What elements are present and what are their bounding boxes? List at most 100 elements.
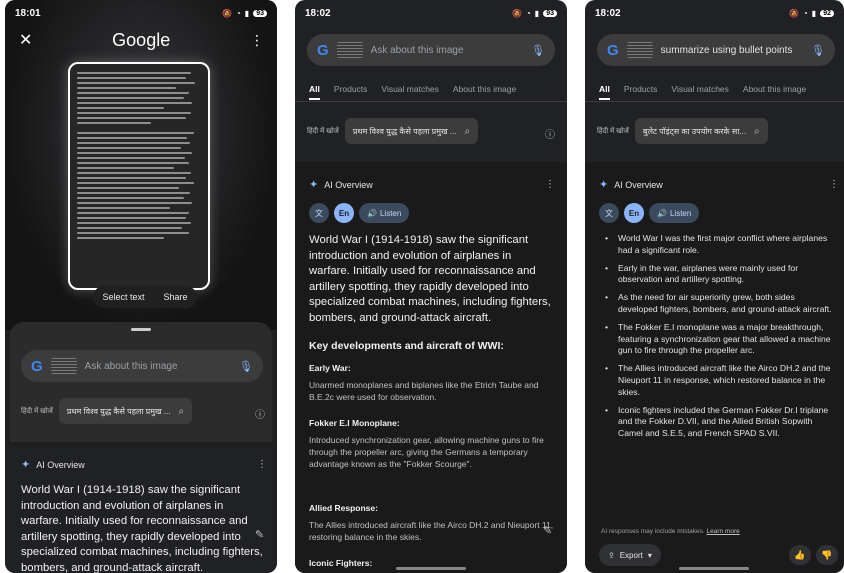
image-thumbnail[interactable] — [336, 42, 363, 58]
status-bar: 18:02 🔕 ◔ ▮ 93 — [295, 0, 567, 26]
ai-overview-label: AI Overview — [36, 459, 85, 470]
pencil-icon[interactable]: ✎ — [255, 528, 264, 541]
listen-button[interactable]: 🔊 Listen — [359, 203, 410, 223]
sparkle-icon: ✦ — [21, 459, 31, 471]
divider — [585, 101, 844, 102]
more-options-icon[interactable]: ⋮ — [545, 179, 555, 190]
mic-icon[interactable]: 🎙 — [531, 44, 545, 57]
listen-button[interactable]: 🔊 Listen — [649, 203, 700, 223]
mic-icon[interactable]: 🎙 — [811, 44, 825, 57]
status-icons: 🔕 ◔ ▮ 93 — [222, 9, 267, 18]
battery-icon: 93 — [543, 9, 557, 17]
listen-label: Listen — [669, 208, 692, 218]
list-item: As the need for air superiority grew, bo… — [603, 292, 835, 316]
feedback-icon[interactable]: ⓘ — [545, 126, 555, 141]
signal-icon: ▮ — [534, 8, 540, 18]
overview-controls: 文 En 🔊 Listen — [309, 203, 410, 223]
search-bar[interactable]: G Ask about this image 🎙 — [307, 34, 555, 66]
search-query: summarize using bullet points — [660, 44, 793, 56]
learn-more-link[interactable]: Learn more — [707, 528, 740, 535]
image-thumbnail[interactable] — [626, 42, 653, 58]
disclaimer-text: AI responses may include mistakes. — [601, 528, 705, 535]
more-options-icon[interactable]: ⋮ — [257, 459, 267, 470]
google-g-icon: G — [317, 41, 329, 59]
key-developments-heading: Key developments and aircraft of WWI: — [309, 340, 504, 352]
status-icons: 🔕 ◔ ▮ 93 — [512, 9, 557, 18]
more-options-icon[interactable]: ⋮ — [829, 179, 839, 190]
mic-icon[interactable]: 🎙 — [239, 360, 253, 373]
phone-screen-1: 18:01 🔕 ◔ ▮ 93 ✕ Google ⋮ Select text Sh… — [5, 0, 277, 573]
tab-all[interactable]: All — [599, 84, 610, 100]
summary-bullet-list: World War I was the first major conflict… — [603, 233, 835, 446]
home-indicator[interactable] — [679, 567, 749, 570]
search-icon: ⌕ — [464, 125, 471, 137]
thumbs-down-icon: 👎 — [821, 549, 833, 560]
share-button[interactable]: Share — [163, 292, 187, 302]
ai-overview-header: ✦ AI Overview ⋮ — [21, 458, 267, 471]
wifi-icon: ◔ — [235, 8, 241, 18]
sparkle-icon: ✦ — [309, 179, 319, 191]
tab-all[interactable]: All — [309, 84, 320, 100]
export-icon: ⇪ — [608, 550, 615, 560]
mute-icon: 🔕 — [511, 8, 522, 18]
translate-icon[interactable]: 文 — [309, 203, 329, 223]
tab-visual-matches[interactable]: Visual matches — [671, 84, 728, 100]
image-thumbnail[interactable] — [50, 358, 77, 374]
tab-about-this-image[interactable]: About this image — [743, 84, 806, 100]
tab-products[interactable]: Products — [334, 84, 368, 100]
select-text-button[interactable]: Select text — [102, 292, 144, 302]
suggestion-chip[interactable]: बुलेट पॉइंट्स का उपयोग करके सा... ⌕ — [634, 118, 768, 144]
signal-icon: ▮ — [811, 8, 817, 18]
overview-text: World War I (1914-1918) saw the signific… — [21, 484, 263, 573]
sheet-drag-handle[interactable] — [131, 328, 151, 331]
section-title: Iconic Fighters: — [309, 558, 373, 568]
status-icons: 🔕 ◔ ▮ 92 — [789, 9, 834, 18]
wifi-icon: ◔ — [525, 8, 531, 18]
translate-icon[interactable]: 文 — [599, 203, 619, 223]
suggestion-chip[interactable]: प्रथम विश्व युद्ध कैसे पहला प्रमुख ... ⌕ — [344, 118, 479, 144]
search-bar[interactable]: G summarize using bullet points 🎙 — [597, 34, 835, 66]
lens-header: ✕ Google ⋮ — [5, 26, 277, 54]
thumbs-down-button[interactable]: 👎 — [816, 545, 838, 565]
section-text: Introduced synchronization gear, allowin… — [309, 435, 544, 469]
section-text: Unarmed monoplanes and biplanes like the… — [309, 380, 539, 402]
search-bar[interactable]: G Ask about this image 🎙 — [21, 350, 263, 382]
chip-text: प्रथम विश्व युद्ध कैसे पहला प्रमुख ... — [352, 126, 457, 136]
export-label: Export — [619, 550, 643, 560]
suggestion-chip[interactable]: प्रथम विश्व युद्ध कैसे पहला प्रमुख ... ⌕ — [58, 398, 193, 424]
google-g-icon: G — [31, 357, 43, 375]
list-item: The Fokker E.I monoplane was a major bre… — [603, 322, 835, 357]
language-suggestion-row: हिंदी में खोजें प्रथम विश्व युद्ध कैसे प… — [307, 118, 479, 144]
section-title: Early War: — [309, 363, 351, 373]
language-suggestion-row: हिंदी में खोजें प्रथम विश्व युद्ध कैसे प… — [21, 398, 193, 424]
chip-text: प्रथम विश्व युद्ध कैसे पहला प्रमुख ... — [66, 406, 171, 416]
tab-about-this-image[interactable]: About this image — [453, 84, 516, 100]
speaker-icon: 🔊 — [367, 208, 377, 218]
chip-text: बुलेट पॉइंट्स का उपयोग करके सा... — [642, 126, 747, 136]
tab-products[interactable]: Products — [624, 84, 658, 100]
export-button[interactable]: ⇪ Export ▾ — [599, 544, 661, 566]
ai-overview-header: ✦ AI Overview ⋮ — [599, 178, 839, 191]
results-sheet — [10, 322, 272, 442]
thumbs-up-button[interactable]: 👍 — [789, 545, 811, 565]
wifi-icon: ◔ — [802, 8, 808, 18]
language-en-button[interactable]: En — [334, 203, 354, 223]
more-options-icon[interactable]: ⋮ — [250, 32, 264, 49]
mute-icon: 🔕 — [221, 8, 232, 18]
status-time: 18:02 — [595, 7, 621, 19]
section-title: Allied Response: — [309, 503, 378, 513]
tab-visual-matches[interactable]: Visual matches — [381, 84, 438, 100]
captured-document-image[interactable] — [68, 62, 210, 290]
language-en-button[interactable]: En — [624, 203, 644, 223]
speaker-icon: 🔊 — [657, 208, 667, 218]
sparkle-icon: ✦ — [599, 179, 609, 191]
pencil-icon[interactable]: ✎ — [543, 524, 552, 537]
list-item: Early in the war, airplanes were mainly … — [603, 263, 835, 287]
close-icon[interactable]: ✕ — [19, 30, 32, 50]
battery-icon: 92 — [820, 9, 834, 17]
status-time: 18:01 — [15, 7, 41, 19]
search-placeholder: Ask about this image — [370, 44, 464, 56]
home-indicator[interactable] — [396, 567, 466, 570]
overview-text: World War I (1914-1918) saw the signific… — [309, 234, 551, 324]
feedback-icon[interactable]: ⓘ — [255, 406, 265, 421]
